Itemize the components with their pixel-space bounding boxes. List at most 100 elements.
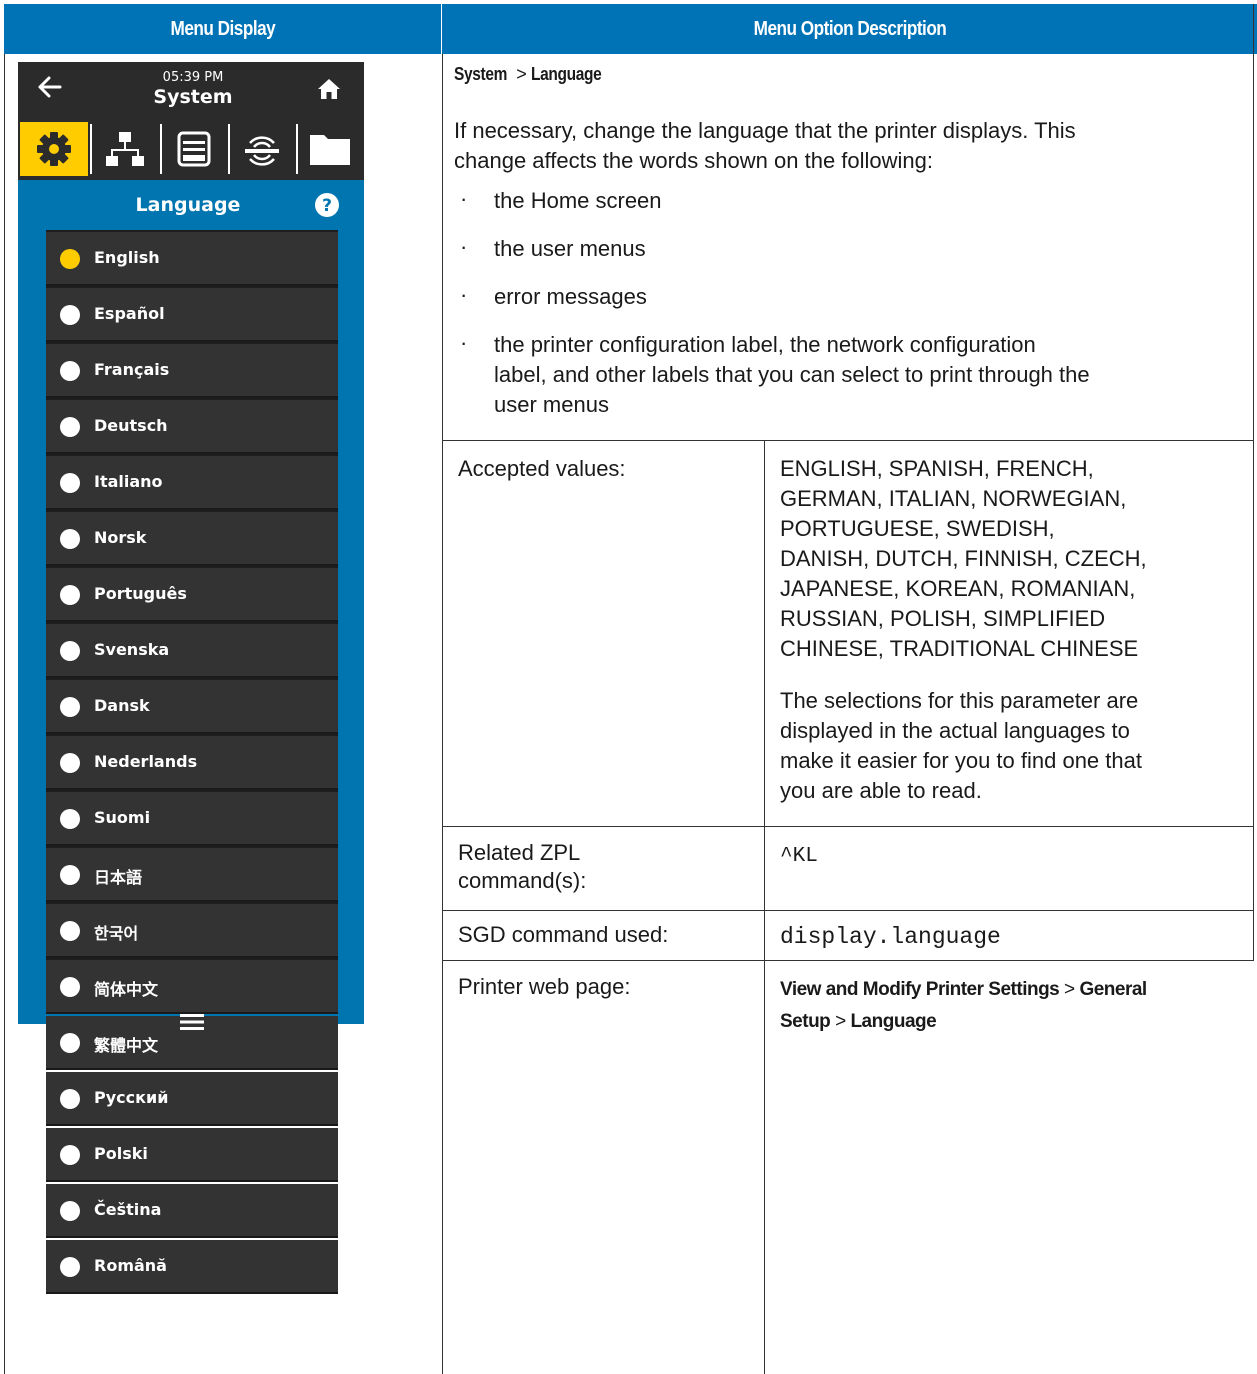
accepted-value-line-1: ENGLISH, SPANISH, FRENCH, xyxy=(780,456,1094,481)
radio-button[interactable] xyxy=(60,305,80,325)
language-option-label: 简体中文 xyxy=(94,980,159,999)
bullet-user-menus: the user menus xyxy=(494,236,646,261)
gear-icon xyxy=(37,132,71,166)
radio-button[interactable] xyxy=(60,865,80,885)
accepted-value-line-5: JAPANESE, KOREAN, ROMANIAN, xyxy=(780,576,1136,601)
language-option[interactable]: Español xyxy=(46,288,338,342)
row-divider-1 xyxy=(442,440,1254,441)
hamburger-menu-icon[interactable] xyxy=(178,1012,206,1032)
language-option[interactable]: Deutsch xyxy=(46,400,338,454)
language-option[interactable]: 日本語 xyxy=(46,848,338,902)
radio-button[interactable] xyxy=(60,473,80,493)
bullet-error-messages: error messages xyxy=(494,284,647,309)
tab-print[interactable] xyxy=(162,122,226,176)
zpl-label-line-1: Related ZPL xyxy=(458,840,581,865)
sgd-label: SGD command used: xyxy=(458,922,669,947)
bullet-marker: · xyxy=(460,330,468,355)
radio-button[interactable] xyxy=(60,1089,80,1109)
sgd-command-value: display.language xyxy=(780,924,1001,950)
language-option[interactable]: Русский xyxy=(46,1072,338,1126)
accepted-note-line-1: The selections for this parameter are xyxy=(780,688,1139,713)
language-option-label: 日本語 xyxy=(94,868,143,887)
radio-button[interactable] xyxy=(60,529,80,549)
language-option[interactable]: 简体中文 xyxy=(46,960,338,1014)
bullet-config-label-line-3: user menus xyxy=(494,392,609,417)
table-border-inner xyxy=(764,440,765,1374)
radio-button[interactable] xyxy=(60,361,80,381)
path-language: Language xyxy=(530,64,602,84)
table-border-mid xyxy=(442,54,443,1374)
language-option-label: Čeština xyxy=(94,1200,162,1219)
menu-path: System > Language xyxy=(454,64,613,85)
path-system: System xyxy=(454,64,508,84)
radio-button[interactable] xyxy=(60,697,80,717)
accepted-value-line-6: RUSSIAN, POLISH, SIMPLIFIED xyxy=(780,606,1106,631)
tab-system[interactable] xyxy=(20,122,88,176)
clock-time: 05:39 PM xyxy=(162,70,224,85)
path-separator: > xyxy=(516,64,527,84)
accepted-note-line-3: make it easier for you to find one that xyxy=(780,748,1142,773)
printer-display: 05:39 PM System Language ? English Españ… xyxy=(18,62,364,1294)
language-option[interactable]: Svenska xyxy=(46,624,338,678)
tab-rfid[interactable] xyxy=(230,122,294,176)
language-option[interactable]: Nederlands xyxy=(46,736,338,790)
folder-icon xyxy=(310,135,350,165)
bullet-config-label-line-1: the printer configuration label, the net… xyxy=(494,332,1036,357)
language-option[interactable]: Suomi xyxy=(46,792,338,846)
table-border-right xyxy=(1253,4,1254,440)
language-option[interactable]: Português xyxy=(46,568,338,622)
language-option[interactable]: Dansk xyxy=(46,680,338,734)
accepted-values-label: Accepted values: xyxy=(458,456,626,481)
language-option-label: 한국어 xyxy=(94,924,139,943)
home-icon[interactable] xyxy=(316,76,342,102)
radio-button[interactable] xyxy=(60,809,80,829)
language-option[interactable]: 한국어 xyxy=(46,904,338,958)
radio-button[interactable] xyxy=(60,641,80,661)
radio-button[interactable] xyxy=(60,1145,80,1165)
language-option-label: Italiano xyxy=(94,472,163,491)
row-divider-3 xyxy=(442,910,1254,911)
radio-button[interactable] xyxy=(60,977,80,997)
web-path-general: General xyxy=(1079,979,1147,1000)
language-option[interactable]: Norsk xyxy=(46,512,338,566)
network-icon xyxy=(106,132,144,166)
bullet-marker: · xyxy=(460,234,468,259)
accepted-value-line-7: CHINESE, TRADITIONAL CHINESE xyxy=(780,636,1139,661)
radio-button[interactable] xyxy=(60,249,80,269)
radio-button[interactable] xyxy=(60,1201,80,1221)
language-option-label: Polski xyxy=(94,1144,148,1163)
zpl-command-value: ^KL xyxy=(780,845,818,868)
language-option[interactable]: Čeština xyxy=(46,1184,338,1238)
bullet-config-label-line-2: label, and other labels that you can sel… xyxy=(494,362,1090,387)
radio-button[interactable] xyxy=(60,1257,80,1277)
language-option-label: Deutsch xyxy=(94,416,168,435)
header-menu-option-description: Menu Option Description xyxy=(442,4,1257,54)
row-divider-2 xyxy=(442,826,1254,827)
language-option-label: English xyxy=(94,248,160,267)
printer-icon xyxy=(177,131,211,167)
language-option[interactable]: Italiano xyxy=(46,456,338,510)
language-option[interactable]: English xyxy=(46,232,338,286)
back-arrow-icon[interactable] xyxy=(36,74,62,100)
header-menu-option-description-label: Menu Option Description xyxy=(753,17,946,40)
language-option-label: Dansk xyxy=(94,696,150,715)
radio-button[interactable] xyxy=(60,753,80,773)
help-icon[interactable]: ? xyxy=(314,192,340,218)
radio-button[interactable] xyxy=(60,921,80,941)
language-option[interactable]: Français xyxy=(46,344,338,398)
radio-button[interactable] xyxy=(60,585,80,605)
language-option-label: Español xyxy=(94,304,165,323)
tab-connection[interactable] xyxy=(92,122,158,176)
language-option[interactable]: Română xyxy=(46,1240,338,1294)
row-divider-4 xyxy=(442,960,1254,961)
web-path-setup: Setup xyxy=(780,1011,831,1032)
accepted-note-line-4: you are able to read. xyxy=(780,778,982,803)
radio-button[interactable] xyxy=(60,417,80,437)
web-page-label: Printer web page: xyxy=(458,974,631,999)
radio-button[interactable] xyxy=(60,1033,80,1053)
screen-title: System xyxy=(153,86,233,108)
language-option[interactable]: Polski xyxy=(46,1128,338,1182)
web-path-language: Language xyxy=(850,1011,937,1032)
language-option-label: 繁體中文 xyxy=(94,1036,159,1055)
tab-storage[interactable] xyxy=(298,122,362,176)
